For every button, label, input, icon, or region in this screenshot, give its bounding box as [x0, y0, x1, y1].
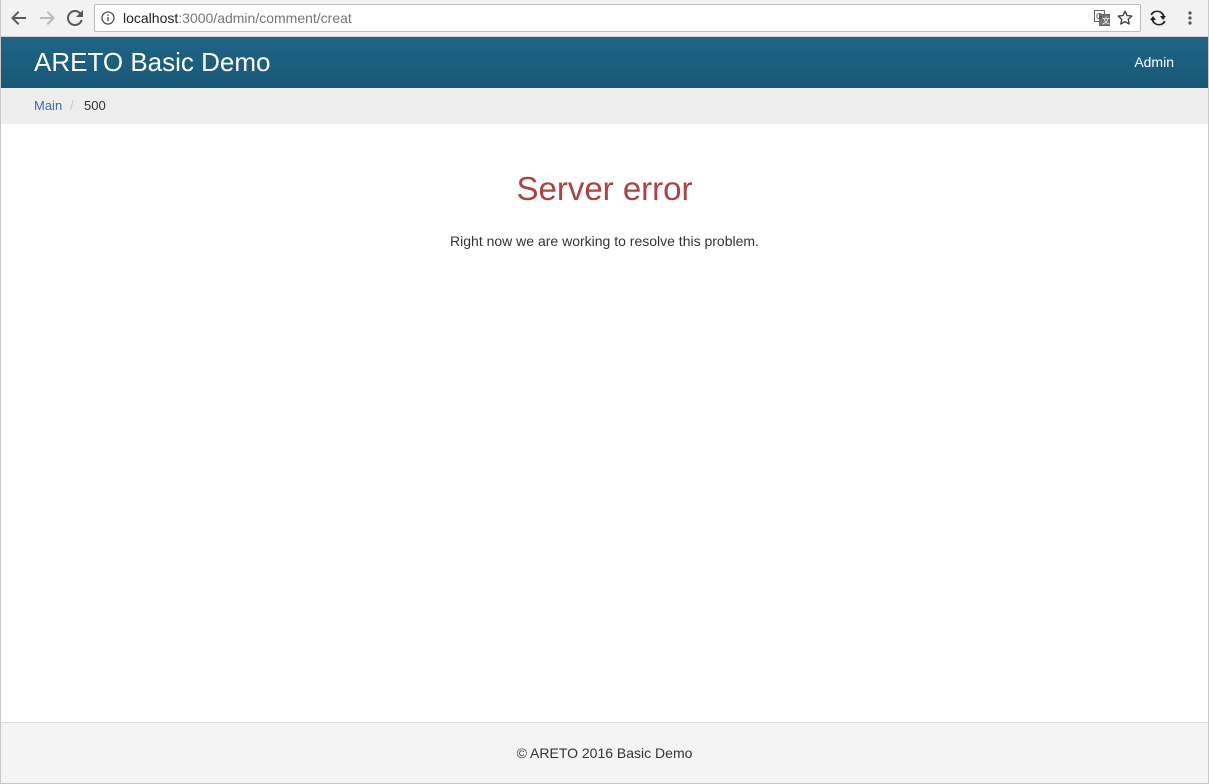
breadcrumb-separator: / [70, 98, 74, 113]
admin-nav-link[interactable]: Admin [1134, 37, 1174, 88]
page-title: Server error [516, 170, 693, 207]
url-host: localhost [123, 10, 179, 26]
browser-toolbar: localhost:3000/admin/comment/creat G 文 [1, 0, 1208, 37]
footer: © ARETO 2016 Basic Demo [1, 722, 1208, 783]
address-bar[interactable]: localhost:3000/admin/comment/creat G 文 [94, 4, 1141, 32]
more-vert-icon[interactable] [1178, 6, 1202, 30]
breadcrumb: Main / 500 [1, 88, 1208, 124]
url-path: :3000/admin/comment/creat [178, 10, 352, 26]
svg-text:文: 文 [1102, 16, 1110, 26]
footer-text: © ARETO 2016 Basic Demo [516, 745, 693, 761]
error-message: Right now we are working to resolve this… [450, 233, 759, 249]
star-icon[interactable] [1117, 10, 1133, 26]
breadcrumb-main-link[interactable]: Main [34, 88, 62, 124]
brand-link[interactable]: ARETO Basic Demo [34, 37, 270, 88]
forward-arrow-icon[interactable] [35, 6, 59, 30]
url-text[interactable]: localhost:3000/admin/comment/creat [123, 5, 352, 31]
info-icon[interactable] [101, 11, 115, 25]
app-navbar: ARETO Basic Demo Admin [1, 37, 1208, 88]
breadcrumb-current: 500 [84, 98, 106, 113]
reload-icon[interactable] [63, 6, 87, 30]
translate-icon[interactable]: G 文 [1094, 10, 1110, 26]
sync-extension-icon[interactable] [1146, 6, 1170, 30]
back-arrow-icon[interactable] [7, 6, 31, 30]
browser-window: localhost:3000/admin/comment/creat G 文 A… [0, 0, 1209, 784]
